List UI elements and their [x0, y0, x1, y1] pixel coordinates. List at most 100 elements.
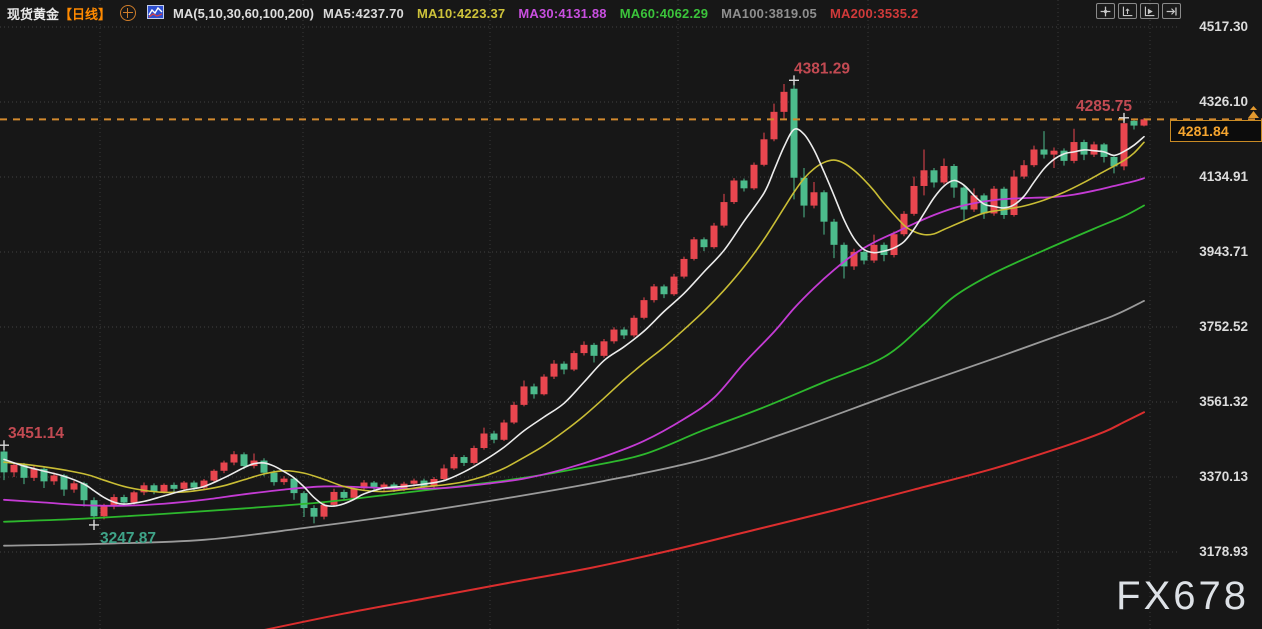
candle-body — [551, 364, 558, 377]
ma-line-ma200 — [264, 412, 1144, 629]
candle-body — [161, 485, 168, 492]
candle-body — [691, 239, 698, 259]
candle-body — [931, 170, 938, 182]
candle-body — [631, 318, 638, 336]
add-indicator-icon[interactable] — [120, 5, 136, 21]
price-up-arrow-icon — [1247, 106, 1260, 119]
axis-label-3178.93: 3178.93 — [1168, 544, 1248, 559]
candle-body — [441, 468, 448, 479]
axis-label-3943.71: 3943.71 — [1168, 244, 1248, 259]
fx678-watermark: FX678 — [1116, 574, 1249, 619]
candle-body — [741, 180, 748, 188]
candle-body — [191, 483, 198, 488]
candle-body — [611, 330, 618, 342]
candle-body — [501, 423, 508, 440]
ma-value-ma60: MA60:4062.29 — [620, 6, 708, 21]
axis-label-4517.30: 4517.30 — [1168, 19, 1248, 34]
candle-body — [571, 353, 578, 369]
candle-body — [511, 405, 518, 423]
candle-body — [861, 252, 868, 261]
annotation-4381.29: 4381.29 — [794, 60, 850, 77]
candle-body — [671, 277, 678, 295]
candle-body — [221, 463, 228, 471]
candle-body — [1001, 189, 1008, 215]
candle-body — [341, 492, 348, 498]
current-price-tag: 4281.84 — [1170, 120, 1262, 142]
gridlines — [0, 0, 1178, 629]
candle-body — [701, 239, 708, 247]
candle-body — [491, 433, 498, 439]
candle-body — [531, 386, 538, 394]
candle-body — [91, 500, 98, 516]
candle-body — [831, 222, 838, 245]
candle-body — [271, 473, 278, 482]
candle-body — [581, 345, 588, 353]
candle-body — [1011, 177, 1018, 215]
candle-body — [281, 479, 288, 483]
candle-body — [1031, 150, 1038, 166]
candle-body — [891, 234, 898, 255]
ma-value-ma200: MA200:3535.2 — [830, 6, 918, 21]
candle-body — [121, 497, 128, 502]
candle-body — [711, 226, 718, 248]
candle-body — [821, 192, 828, 221]
candle-body — [301, 493, 308, 508]
candle-body — [761, 139, 768, 164]
annotation-3247.87: 3247.87 — [100, 530, 156, 547]
candle-body — [1131, 121, 1138, 126]
candle-body — [1061, 151, 1068, 161]
indicator-chart-icon[interactable] — [147, 5, 164, 22]
ma-line-ma5 — [4, 129, 1144, 506]
annotation-4285.75: 4285.75 — [1076, 98, 1132, 115]
extreme-markers — [0, 75, 1129, 530]
candle-body — [101, 506, 108, 516]
ma-line-ma30 — [4, 178, 1144, 506]
candle-body — [481, 433, 488, 448]
candle-body — [451, 457, 458, 468]
candle-body — [1041, 150, 1048, 155]
candles-layer[interactable] — [1, 80, 1148, 525]
candle-body — [331, 492, 338, 505]
candle-body — [1051, 151, 1058, 155]
axis-label-4134.91: 4134.91 — [1168, 169, 1248, 184]
candle-body — [731, 180, 738, 202]
candle-body — [1081, 142, 1088, 155]
ma-settings-label: MA(5,10,30,60,100,200) — [173, 6, 314, 21]
candle-body — [641, 300, 648, 318]
candle-body — [71, 483, 78, 489]
ma-value-ma30: MA30:4131.88 — [518, 6, 606, 21]
candle-body — [621, 330, 628, 336]
candle-body — [411, 481, 418, 484]
candle-body — [461, 457, 468, 463]
axis-label-3370.13: 3370.13 — [1168, 469, 1248, 484]
axis-label-3752.52: 3752.52 — [1168, 319, 1248, 334]
candle-body — [321, 505, 328, 517]
scale-axis-button[interactable] — [1118, 3, 1137, 19]
candle-body — [11, 465, 18, 472]
annotation-3451.14: 3451.14 — [8, 425, 64, 442]
ma-value-ma100: MA100:3819.05 — [721, 6, 817, 21]
candle-body — [561, 364, 568, 370]
chart-app: { "header": { "symbol": "现货黄金", "period"… — [0, 0, 1262, 629]
autoplay-button[interactable] — [1140, 3, 1159, 19]
candle-body — [211, 471, 218, 481]
candle-body — [171, 485, 178, 489]
candle-body — [231, 454, 238, 462]
candle-body — [311, 508, 318, 517]
candle-body — [181, 483, 188, 489]
candle-body — [31, 469, 38, 478]
candle-body — [721, 202, 728, 226]
candle-body — [901, 214, 908, 234]
axis-label-4326.10: 4326.10 — [1168, 94, 1248, 109]
candle-body — [591, 345, 598, 356]
pan-tool-button[interactable] — [1096, 3, 1115, 19]
price-chart[interactable]: 3451.14 3247.87 4381.29 4285.75 — [0, 0, 1262, 629]
candle-body — [941, 166, 948, 182]
go-to-latest-button[interactable] — [1162, 3, 1181, 19]
ma-value-ma10: MA10:4223.37 — [417, 6, 505, 21]
candle-body — [1091, 144, 1098, 154]
chart-toolbar — [1096, 3, 1181, 19]
candle-body — [781, 92, 788, 112]
candle-body — [601, 341, 608, 356]
candle-body — [951, 166, 958, 188]
